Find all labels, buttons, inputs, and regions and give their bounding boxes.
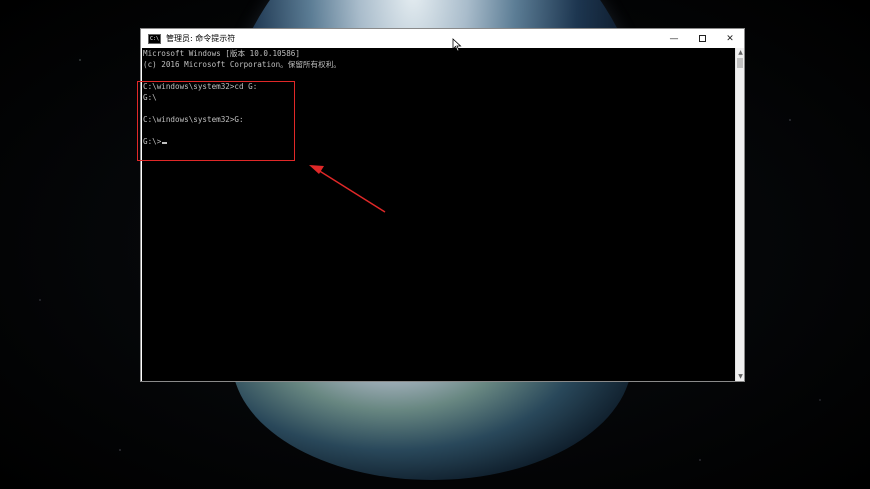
scroll-thumb[interactable]	[737, 58, 743, 68]
annotation-arrow-icon	[309, 165, 386, 213]
close-button[interactable]: ✕	[716, 29, 744, 48]
window-title: 管理员: 命令提示符	[166, 34, 236, 43]
console-line: (c) 2016 Microsoft Corporation。保留所有权利。	[143, 60, 341, 69]
scroll-down-arrow-icon[interactable]: ▼	[736, 372, 745, 381]
mouse-pointer-icon	[452, 38, 462, 52]
maximize-button[interactable]	[688, 29, 716, 48]
annotation-highlight-box	[137, 81, 295, 161]
minimize-icon: —	[669, 33, 679, 44]
console-line: Microsoft Windows [版本 10.0.10586]	[143, 49, 300, 58]
vertical-scrollbar[interactable]: ▲ ▼	[735, 48, 744, 381]
maximize-icon	[698, 35, 706, 42]
cmd-app-icon: C:\	[148, 33, 161, 44]
close-icon: ✕	[726, 33, 734, 44]
scroll-up-arrow-icon[interactable]: ▲	[736, 48, 745, 57]
minimize-button[interactable]: —	[660, 29, 688, 48]
title-bar[interactable]: C:\ 管理员: 命令提示符 — ✕	[141, 29, 744, 48]
